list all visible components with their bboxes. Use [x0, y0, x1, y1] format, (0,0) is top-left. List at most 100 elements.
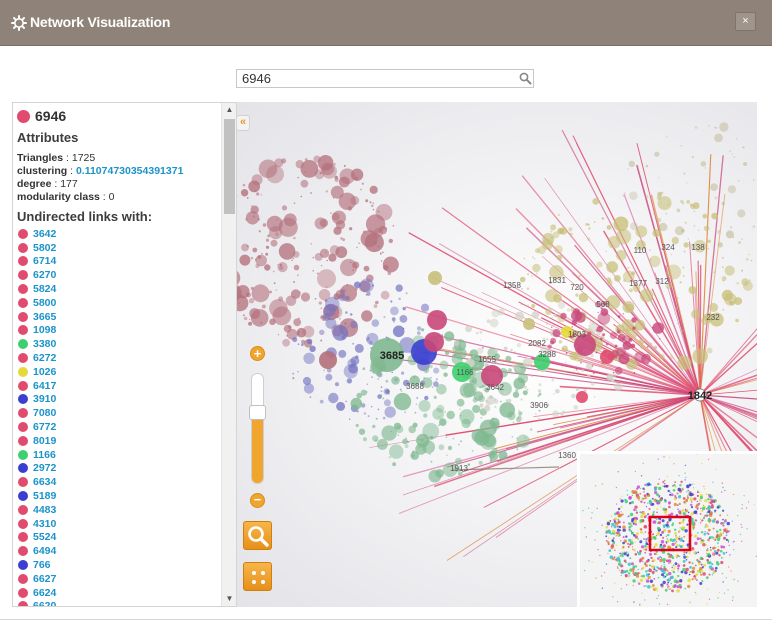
graph-node [472, 355, 475, 358]
search-input[interactable] [237, 70, 513, 87]
link-node-id[interactable]: 3642 [33, 228, 56, 240]
link-list-item[interactable]: 3642 [17, 227, 217, 241]
graph-node [614, 355, 618, 359]
link-list-item[interactable]: 766 [17, 558, 217, 572]
graph-node [581, 368, 585, 372]
link-node-id[interactable]: 4310 [33, 518, 56, 530]
link-node-id[interactable]: 7080 [33, 407, 56, 419]
link-node-id[interactable]: 2972 [33, 462, 56, 474]
graph-node-label: 1803 [568, 330, 586, 339]
link-node-id[interactable]: 6714 [33, 255, 56, 267]
link-list-item[interactable]: 1026 [17, 365, 217, 379]
link-node-id[interactable]: 1098 [33, 324, 56, 336]
minimap-node [671, 556, 675, 560]
graph-node [596, 261, 603, 268]
minimap-view[interactable] [580, 454, 757, 607]
link-node-id[interactable]: 6417 [33, 380, 56, 392]
link-list-item[interactable]: 5824 [17, 282, 217, 296]
link-node-id[interactable]: 6272 [33, 352, 56, 364]
link-list-item[interactable]: 1166 [17, 448, 217, 462]
minimap-node [691, 578, 694, 581]
link-list-item[interactable]: 6270 [17, 268, 217, 282]
graph-node [270, 239, 278, 247]
graph-node-label: 3688 [406, 382, 424, 391]
links-list: 3642 5802 6714 6270 5824 5800 3665 1098 3380 6272… [17, 227, 217, 606]
link-node-id[interactable]: 3665 [33, 311, 56, 323]
link-node-id[interactable]: 766 [33, 559, 51, 571]
random-layout-button[interactable] [243, 562, 272, 591]
link-node-id[interactable]: 6620 [33, 600, 56, 606]
scroll-thumb[interactable] [224, 119, 235, 214]
link-list-item[interactable]: 2972 [17, 462, 217, 476]
link-list-item[interactable]: 6272 [17, 351, 217, 365]
link-list-item[interactable]: 6627 [17, 572, 217, 586]
close-button[interactable]: × [735, 12, 756, 31]
graph-node [680, 199, 684, 204]
link-node-id[interactable]: 6494 [33, 545, 56, 557]
scroll-down-arrow-icon[interactable]: ▼ [222, 592, 236, 606]
search-icon[interactable] [519, 72, 532, 85]
link-list-item[interactable]: 1098 [17, 324, 217, 338]
link-node-id[interactable]: 8019 [33, 435, 56, 447]
link-list-item[interactable]: 6634 [17, 475, 217, 489]
graph-node [653, 294, 656, 296]
link-list-item[interactable]: 5800 [17, 296, 217, 310]
link-node-id[interactable]: 6634 [33, 476, 56, 488]
link-color-dot [18, 573, 28, 584]
link-list-item[interactable]: 6494 [17, 544, 217, 558]
scroll-up-arrow-icon[interactable]: ▲ [222, 103, 236, 117]
link-node-id[interactable]: 1166 [33, 449, 56, 461]
link-list-item[interactable]: 7080 [17, 406, 217, 420]
minimap-node [732, 548, 735, 551]
link-node-id[interactable]: 1026 [33, 366, 56, 378]
panel-scrollbar[interactable]: ▲ ▼ [221, 103, 236, 606]
link-node-id[interactable]: 5189 [33, 490, 56, 502]
link-list-item[interactable]: 6772 [17, 420, 217, 434]
link-list-item[interactable]: 4483 [17, 503, 217, 517]
graph-node [550, 230, 553, 233]
minimap-node [668, 588, 671, 591]
link-node-id[interactable]: 6627 [33, 573, 56, 585]
link-node-id[interactable]: 5802 [33, 242, 56, 254]
graph-node [518, 411, 523, 416]
link-node-id[interactable]: 6270 [33, 269, 56, 281]
minimap-node [677, 567, 680, 570]
link-list-item[interactable]: 3665 [17, 310, 217, 324]
graph-node [359, 278, 374, 293]
link-list-item[interactable]: 3380 [17, 337, 217, 351]
minimap-node [629, 543, 632, 546]
collapse-panel-button[interactable]: « [236, 115, 250, 131]
link-list-item[interactable]: 6714 [17, 255, 217, 269]
link-node-id[interactable]: 5800 [33, 297, 56, 309]
zoom-out-button[interactable]: − [250, 493, 265, 508]
link-node-id[interactable]: 6624 [33, 587, 56, 599]
graph-node [587, 223, 590, 226]
link-list-item[interactable]: 6620 [17, 600, 217, 606]
link-node-id[interactable]: 3910 [33, 393, 56, 405]
zoom-slider-handle[interactable] [249, 404, 266, 420]
zoom-in-button[interactable]: + [250, 346, 265, 361]
link-list-item[interactable]: 4310 [17, 517, 217, 531]
graph-minimap[interactable] [577, 451, 757, 607]
minimap-node [639, 578, 644, 582]
link-node-id[interactable]: 4483 [33, 504, 56, 516]
attribute-value[interactable]: 0.11074730354391371 [76, 165, 183, 177]
link-node-id[interactable]: 6772 [33, 421, 56, 433]
minimap-node [644, 483, 647, 486]
link-list-item[interactable]: 5802 [17, 241, 217, 255]
graph-node [565, 352, 568, 354]
link-list-item[interactable]: 3910 [17, 393, 217, 407]
link-node-id[interactable]: 5824 [33, 283, 56, 295]
link-node-id[interactable]: 3380 [33, 338, 56, 350]
link-node-id[interactable]: 5524 [33, 531, 56, 543]
link-list-item[interactable]: 5189 [17, 489, 217, 503]
link-list-item[interactable]: 5524 [17, 531, 217, 545]
minimap-node [639, 492, 642, 495]
zoom-slider[interactable] [251, 373, 264, 484]
link-list-item[interactable]: 6624 [17, 586, 217, 600]
search-tool-button[interactable] [243, 521, 272, 550]
graph-node [616, 229, 632, 245]
graph-node [459, 414, 462, 417]
link-list-item[interactable]: 8019 [17, 434, 217, 448]
link-list-item[interactable]: 6417 [17, 379, 217, 393]
